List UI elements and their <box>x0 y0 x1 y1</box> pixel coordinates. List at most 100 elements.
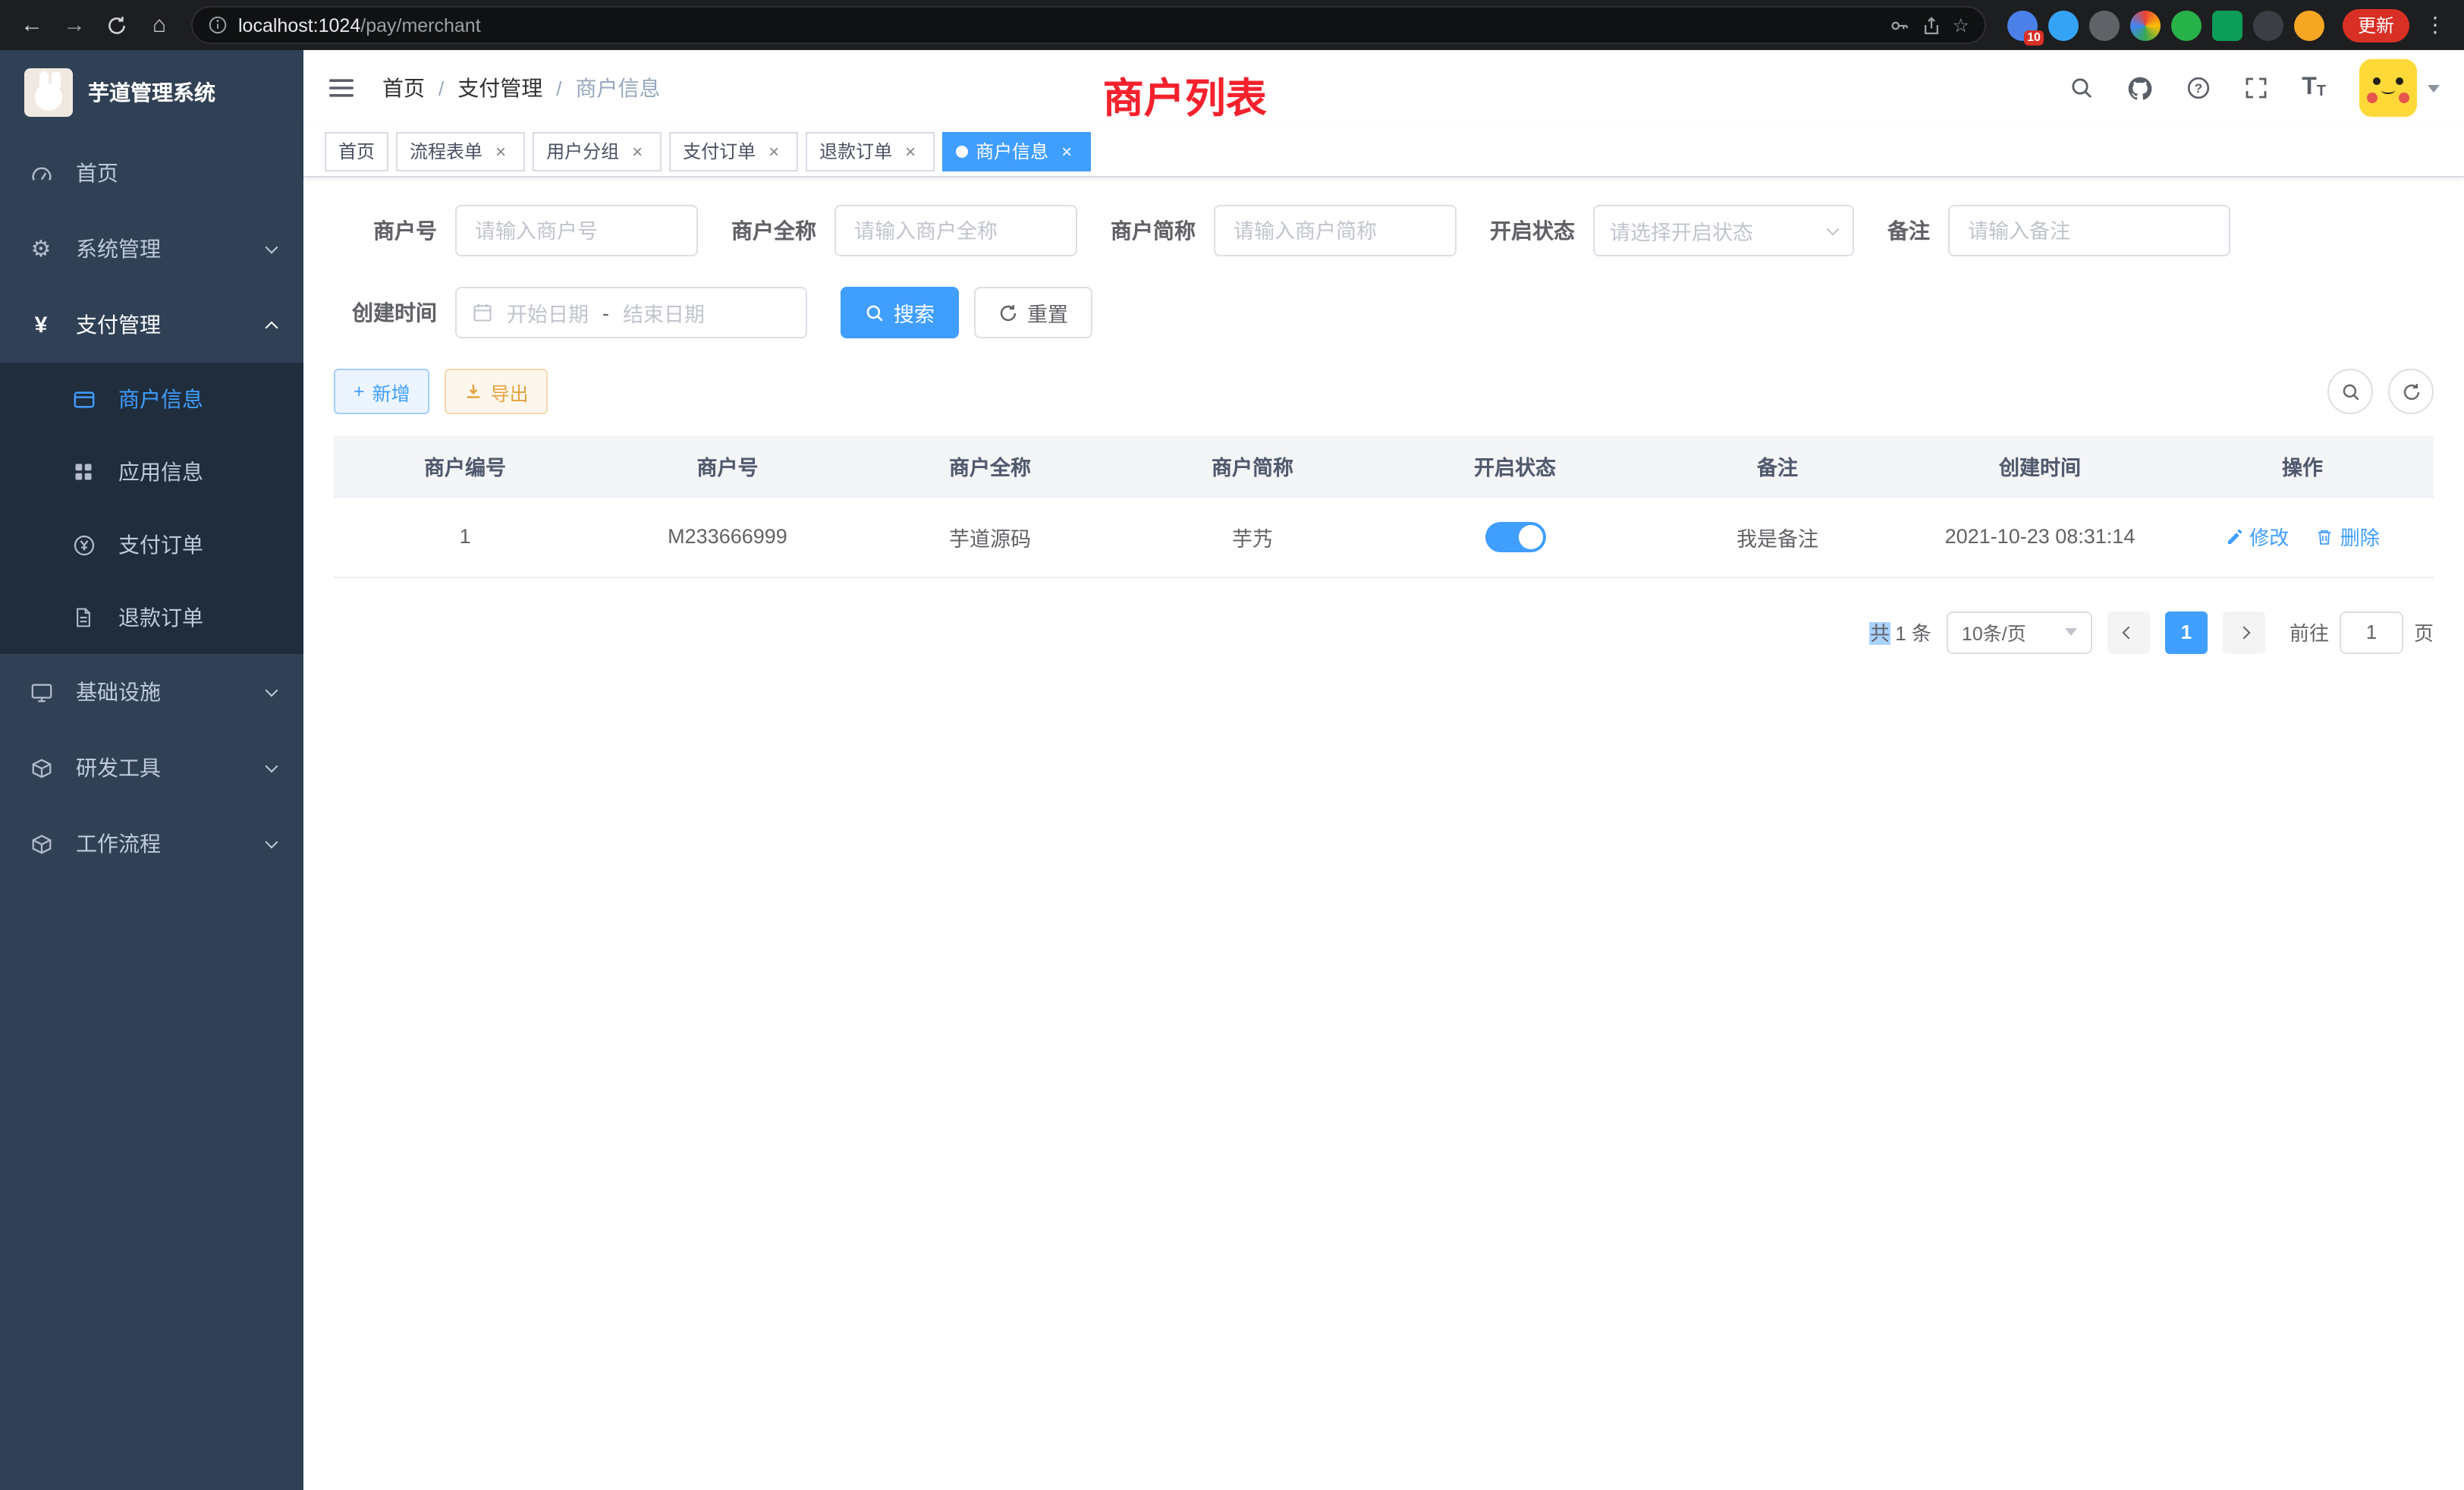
fullscreen-icon[interactable] <box>2244 76 2268 100</box>
sidebar-item-merchant-info[interactable]: 商户信息 <box>0 363 303 435</box>
screen: ← → ⌂ localhost:1024/pay/merchant ☆ 10 <box>0 0 2464 1490</box>
user-avatar[interactable] <box>2359 59 2417 117</box>
url-text[interactable]: localhost:1024/pay/merchant <box>238 14 481 36</box>
breadcrumb-item[interactable]: 支付管理 <box>457 73 542 103</box>
browser-forward-icon[interactable]: → <box>55 5 94 45</box>
chevron-down-icon <box>266 759 278 772</box>
filter-remark: 备注 <box>1887 205 2230 256</box>
help-icon[interactable]: ? <box>2186 76 2211 100</box>
share-icon[interactable] <box>1921 14 1942 36</box>
full-name-input[interactable] <box>834 205 1077 256</box>
status-toggle[interactable] <box>1485 521 1545 552</box>
hamburger-icon[interactable] <box>328 76 355 100</box>
tab-process-form[interactable]: 流程表单× <box>396 131 525 171</box>
merchant-table: 商户编号 商户号 商户全称 商户简称 开启状态 备注 创建时间 操作 1 <box>334 435 2434 577</box>
col-header: 商户简称 <box>1121 435 1384 496</box>
remark-input[interactable] <box>1948 205 2230 256</box>
site-info-icon[interactable] <box>208 15 228 35</box>
font-size-icon[interactable]: TT <box>2302 76 2326 100</box>
document-icon <box>70 607 97 628</box>
url-bar[interactable]: localhost:1024/pay/merchant ☆ <box>191 6 1986 44</box>
browser-reload-icon[interactable] <box>97 5 137 45</box>
close-icon[interactable]: × <box>763 140 784 162</box>
extension-icon-4[interactable] <box>2130 10 2161 40</box>
sidebar-item-label: 应用信息 <box>118 457 203 487</box>
sidebar-item-label: 基础设施 <box>76 677 161 707</box>
download-icon <box>465 382 483 401</box>
tab-user-group[interactable]: 用户分组× <box>533 131 662 171</box>
prev-page-button[interactable] <box>2107 611 2150 653</box>
filter-status: 开启状态 请选择开启状态 <box>1490 205 1854 256</box>
sidebar-item-infrastructure[interactable]: 基础设施 <box>0 654 303 730</box>
col-header: 商户全称 <box>859 435 1121 496</box>
date-range-picker[interactable]: 开始日期 - 结束日期 <box>455 287 807 338</box>
sidebar-item-system[interactable]: ⚙ 系统管理 <box>0 211 303 287</box>
delete-link[interactable]: 删除 <box>2316 522 2380 551</box>
tab-home[interactable]: 首页 <box>325 131 388 171</box>
tab-refund-order[interactable]: 退款订单× <box>806 131 935 171</box>
start-date-placeholder[interactable]: 开始日期 <box>507 297 589 328</box>
sidebar-item-workflow[interactable]: 工作流程 <box>0 806 303 882</box>
close-icon[interactable]: × <box>900 140 921 162</box>
extension-icon-6[interactable] <box>2212 10 2242 40</box>
plus-icon: + <box>354 381 365 402</box>
goto-prefix: 前往 <box>2290 618 2329 646</box>
search-button[interactable]: 搜索 <box>841 287 959 338</box>
toggle-search-button[interactable] <box>2327 369 2373 414</box>
pay-circle-icon <box>70 533 97 556</box>
status-select[interactable]: 请选择开启状态 <box>1593 205 1854 256</box>
browser-home-icon[interactable]: ⌂ <box>140 5 179 45</box>
extension-icon-7[interactable] <box>2253 10 2283 40</box>
filter-row-1: 商户号 商户全称 商户简称 开启状态 请选择开启状态 <box>334 205 2434 256</box>
close-icon[interactable]: × <box>1056 140 1077 162</box>
extension-icon-8[interactable] <box>2294 10 2324 40</box>
gear-icon: ⚙ <box>27 235 55 262</box>
page-size-select[interactable]: 10条/页 <box>1947 611 2092 653</box>
next-page-button[interactable] <box>2223 611 2265 653</box>
reset-button[interactable]: 重置 <box>974 287 1092 338</box>
password-key-icon[interactable] <box>1889 14 1910 36</box>
merchant-no-input[interactable] <box>455 205 698 256</box>
sidebar-item-home[interactable]: 首页 <box>0 135 303 211</box>
sidebar-item-pay-order[interactable]: 支付订单 <box>0 508 303 581</box>
browser-update-button[interactable]: 更新 <box>2343 8 2409 42</box>
goto-page-input[interactable] <box>2340 611 2403 653</box>
sidebar: 芋道管理系统 首页 ⚙ 系统管理 ¥ 支付管理 <box>0 50 303 1490</box>
page-number-button[interactable]: 1 <box>2165 611 2208 653</box>
credit-card-icon <box>70 388 97 410</box>
export-button[interactable]: 导出 <box>445 369 548 414</box>
browser-menu-icon[interactable]: ⋮ <box>2418 12 2452 38</box>
extension-icon-2[interactable] <box>2048 10 2079 40</box>
main-area: 首页 / 支付管理 / 商户信息 商户列表 ? <box>303 50 2464 1490</box>
sidebar-item-payment[interactable]: ¥ 支付管理 <box>0 287 303 363</box>
extension-icon-1[interactable]: 10 <box>2007 10 2038 40</box>
search-icon[interactable] <box>2070 76 2094 100</box>
dashboard-icon <box>27 162 55 184</box>
close-icon[interactable]: × <box>627 140 648 162</box>
sidebar-item-refund-order[interactable]: 退款订单 <box>0 581 303 654</box>
bookmark-star-icon[interactable]: ☆ <box>1953 14 1969 36</box>
breadcrumb-item[interactable]: 首页 <box>382 73 425 103</box>
sidebar-item-dev-tools[interactable]: 研发工具 <box>0 730 303 806</box>
add-button[interactable]: + 新增 <box>334 369 430 414</box>
edit-link[interactable]: 修改 <box>2225 522 2289 551</box>
pagination-total: 共 1 条 <box>1870 618 1931 646</box>
github-icon[interactable] <box>2127 75 2153 101</box>
tab-pay-order[interactable]: 支付订单× <box>669 131 798 171</box>
browser-back-icon[interactable]: ← <box>12 5 52 45</box>
sidebar-item-app-info[interactable]: 应用信息 <box>0 435 303 508</box>
cell-status <box>1384 496 1646 577</box>
extension-icon-3[interactable] <box>2089 10 2120 40</box>
refresh-table-button[interactable] <box>2388 369 2434 414</box>
close-icon[interactable]: × <box>490 140 511 162</box>
tab-merchant-info[interactable]: 商户信息× <box>942 131 1091 171</box>
end-date-placeholder[interactable]: 结束日期 <box>623 297 705 328</box>
box-icon <box>27 832 55 855</box>
tags-view-bar: 首页 流程表单× 用户分组× 支付订单× 退款订单× 商户信息× <box>303 126 2464 178</box>
box-icon <box>27 756 55 779</box>
col-header: 商户号 <box>596 435 859 496</box>
user-menu[interactable] <box>2359 59 2440 117</box>
app-logo[interactable]: 芋道管理系统 <box>0 50 303 135</box>
extension-icon-5[interactable] <box>2171 10 2202 40</box>
short-name-input[interactable] <box>1214 205 1457 256</box>
